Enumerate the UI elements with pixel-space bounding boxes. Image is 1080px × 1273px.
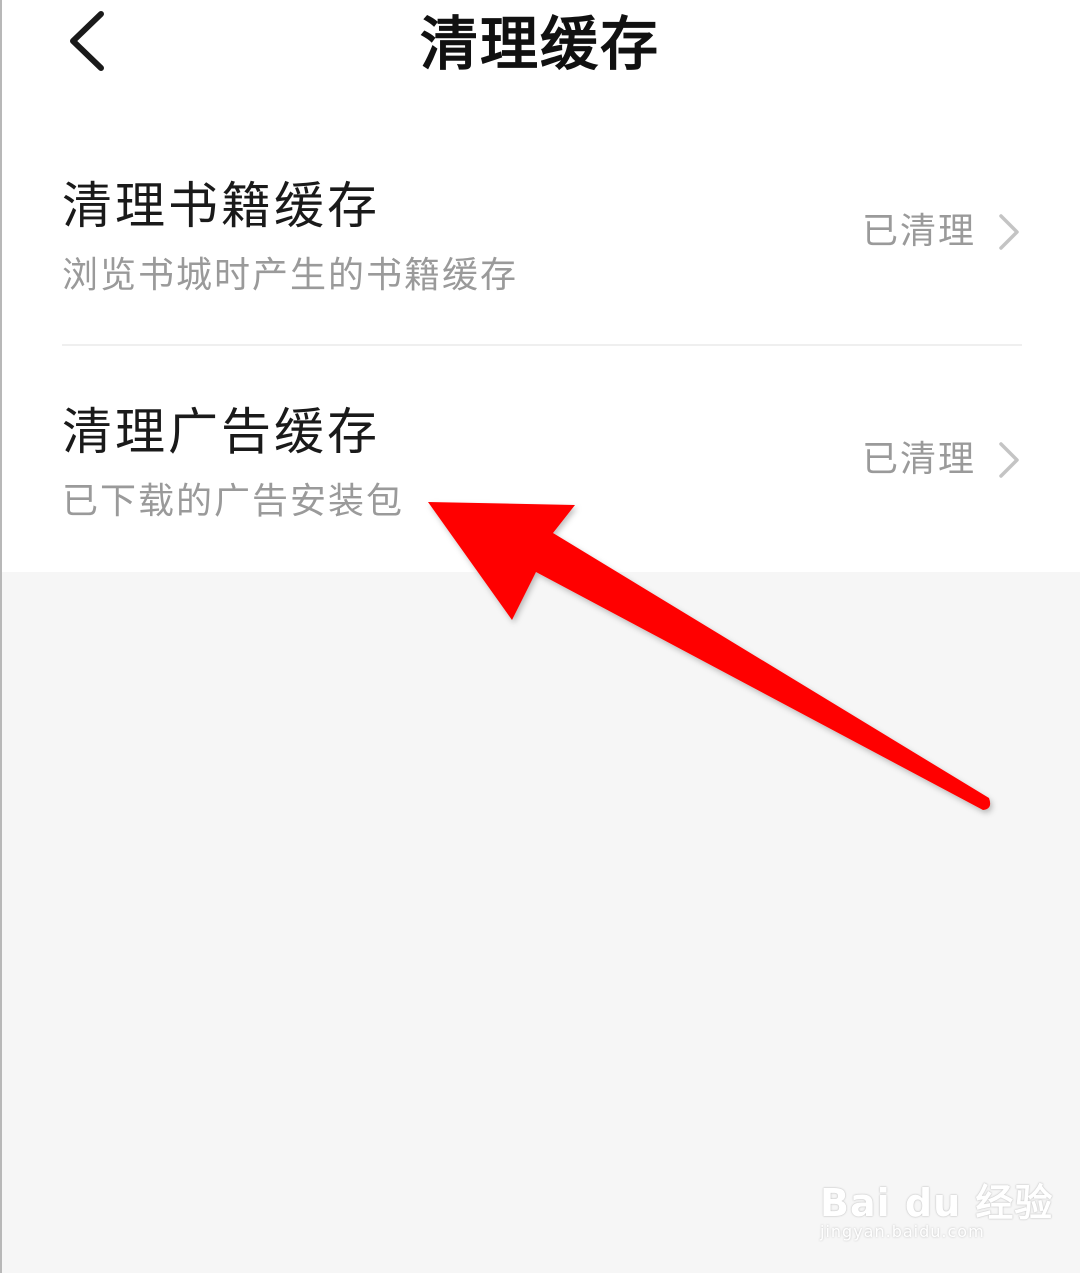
item-title: 清理广告缓存 [62,403,380,461]
item-subtitle: 浏览书城时产生的书籍缓存 [62,255,519,296]
status-label: 已清理 [861,211,976,252]
divider [62,344,1022,346]
watermark-url: jingyan.baidu.com [820,1222,985,1241]
page-title: 清理缓存 [419,10,660,78]
screen-edge [0,0,2,1273]
list-item-clear-ad-cache[interactable]: 清理广告缓存 已下载的广告安装包 已清理 [0,388,1080,572]
item-subtitle: 已下载的广告安装包 [62,481,405,522]
status-label: 已清理 [861,439,976,480]
item-title: 清理书籍缓存 [62,177,380,235]
list-item-clear-book-cache[interactable]: 清理书籍缓存 浏览书城时产生的书籍缓存 已清理 [0,160,1080,344]
watermark-brand: Bai du 经验 [820,1181,1054,1225]
chevron-right-icon [999,442,1019,478]
watermark: Bai du 经验 jingyan.baidu.com [820,1156,1052,1246]
chevron-right-icon [999,214,1019,250]
nav-bar: 清理缓存 [0,0,1080,100]
cache-settings-screen: 清理缓存 清理书籍缓存 浏览书城时产生的书籍缓存 已清理 清理广告缓存 已下载的… [0,0,1080,1273]
